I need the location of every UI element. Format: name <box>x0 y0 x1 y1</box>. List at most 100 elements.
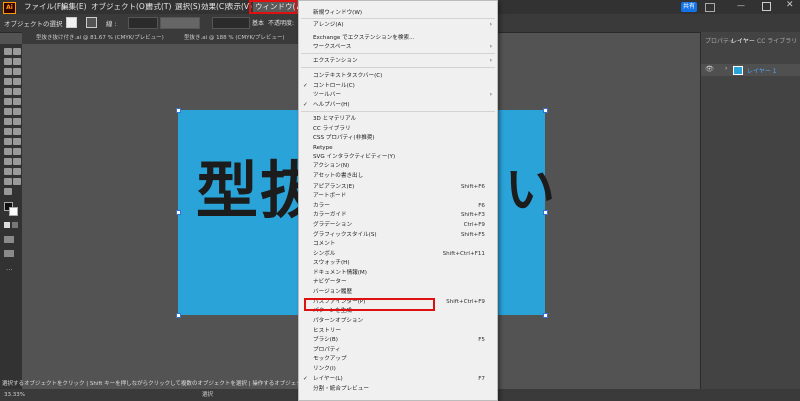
selection-handle[interactable] <box>176 210 181 215</box>
color-mode-icon[interactable] <box>4 222 10 228</box>
window-menu-item[interactable]: コメント <box>299 240 497 248</box>
pen-tool-icon[interactable] <box>4 68 12 75</box>
direct-selection-tool-icon[interactable] <box>13 48 21 55</box>
graph-tool-icon[interactable] <box>4 168 12 175</box>
window-menu-item[interactable]: CSS プロパティ(非推奨) <box>299 134 497 142</box>
tab-cc-libraries[interactable]: CC ライブラリ <box>757 36 797 45</box>
live-paint-tool-icon[interactable] <box>13 128 21 135</box>
window-menu-item[interactable]: SVG インタラクティビティー(Y) <box>299 153 497 161</box>
artboard-tool-icon[interactable] <box>13 168 21 175</box>
fill-swatch[interactable] <box>66 17 77 28</box>
current-tool[interactable]: 選択 <box>202 389 213 401</box>
eyedropper-tool-icon[interactable] <box>13 148 21 155</box>
gradient-tool-icon[interactable] <box>4 148 12 155</box>
document-tab-1[interactable]: 型抜き抜け付き.ai @ 81.67 % (CMYK/プレビュー) <box>36 32 164 44</box>
brush-definition-dropdown[interactable] <box>212 17 250 29</box>
window-menu-item[interactable]: グラデーション Ctrl+F9 <box>299 221 497 229</box>
lasso-tool-icon[interactable] <box>13 58 21 65</box>
minimize-icon[interactable]: — <box>737 1 745 10</box>
window-menu-item[interactable]: ドキュメント情報(M) <box>299 269 497 277</box>
line-tool-icon[interactable] <box>13 78 21 85</box>
window-menu-item[interactable]: ツールバー › <box>299 91 497 99</box>
mesh-tool-icon[interactable] <box>13 138 21 145</box>
shaper-tool-icon[interactable] <box>4 98 12 105</box>
stroke-weight-input[interactable] <box>128 17 158 29</box>
variable-width-dropdown[interactable] <box>160 17 200 29</box>
window-menu-item[interactable]: 分割・統合プレビュー <box>299 385 497 393</box>
selection-tool-icon[interactable] <box>4 48 12 55</box>
gradient-mode-icon[interactable] <box>12 222 18 228</box>
window-menu-item[interactable]: リンク(I) <box>299 365 497 373</box>
menu-effect[interactable]: 効果(C) <box>201 0 227 14</box>
window-menu-item[interactable]: アレンジ(A) › <box>299 21 497 29</box>
window-menu-item[interactable]: グラフィックスタイル(S) Shift+F5 <box>299 231 497 239</box>
menu-select[interactable]: 選択(S) <box>175 0 201 14</box>
draw-mode-icon[interactable] <box>4 236 14 243</box>
free-transform-tool-icon[interactable] <box>13 118 21 125</box>
window-menu-item[interactable]: Retype <box>299 144 497 152</box>
window-menu-item[interactable]: スウォッチ(H) <box>299 259 497 267</box>
maximize-icon[interactable] <box>762 2 771 11</box>
window-menu-item[interactable]: プロパティ <box>299 346 497 354</box>
slice-tool-icon[interactable] <box>4 178 12 185</box>
blend-tool-icon[interactable] <box>4 158 12 165</box>
screen-mode-icon[interactable] <box>4 250 14 257</box>
window-menu-item[interactable]: バージョン履歴 <box>299 288 497 296</box>
rotate-tool-icon[interactable] <box>4 108 12 115</box>
eraser-tool-icon[interactable] <box>13 98 21 105</box>
window-menu-item[interactable]: アクション(N) <box>299 162 497 170</box>
window-menu-item[interactable]: カラー F6 <box>299 202 497 210</box>
window-menu-item[interactable]: パターンオプション <box>299 317 497 325</box>
scale-tool-icon[interactable] <box>13 108 21 115</box>
window-menu-item[interactable]: シンボル Shift+Ctrl+F11 <box>299 250 497 258</box>
paintbrush-tool-icon[interactable] <box>13 88 21 95</box>
layer-row[interactable]: 👁 › レイヤー 1 <box>701 64 800 76</box>
width-tool-icon[interactable] <box>4 118 12 125</box>
artboard-text-tail[interactable]: い <box>505 150 555 222</box>
selection-handle[interactable] <box>176 108 181 113</box>
symbol-sprayer-tool-icon[interactable] <box>13 158 21 165</box>
window-menu-item[interactable]: 新規ウィンドウ(W) <box>299 9 497 17</box>
close-icon[interactable]: ✕ <box>786 0 794 10</box>
window-menu-item[interactable]: ✓ コントロール(C) <box>299 82 497 90</box>
window-menu-item[interactable]: アピアランス(E) Shift+F6 <box>299 183 497 191</box>
arrange-icon[interactable] <box>705 3 715 12</box>
layer-name[interactable]: レイヤー 1 <box>747 66 777 75</box>
document-tab-2[interactable]: 型抜き.ai @ 188 % (CMYK/プレビュー) <box>184 32 294 44</box>
hand-tool-icon[interactable] <box>13 178 21 185</box>
selection-handle[interactable] <box>543 313 548 318</box>
window-menu-item[interactable]: ✓ ヘルプバー(H) <box>299 101 497 109</box>
selection-handle[interactable] <box>543 108 548 113</box>
menu-file[interactable]: ファイル(F) <box>24 0 64 14</box>
window-menu-item[interactable]: CC ライブラリ <box>299 125 497 133</box>
window-menu-item[interactable]: アセットの書き出し <box>299 172 497 180</box>
curvature-tool-icon[interactable] <box>13 68 21 75</box>
window-menu-item[interactable]: コンテキストタスクバー(C) <box>299 72 497 80</box>
window-menu-item[interactable]: Exchange でエクステンションを検索... <box>299 34 497 42</box>
window-menu-item[interactable]: ヒストリー <box>299 327 497 335</box>
eye-icon[interactable]: 👁 <box>705 65 714 73</box>
window-menu-item[interactable]: ナビゲーター <box>299 278 497 286</box>
perspective-grid-tool-icon[interactable] <box>4 138 12 145</box>
rectangle-tool-icon[interactable] <box>4 88 12 95</box>
shape-builder-tool-icon[interactable] <box>4 128 12 135</box>
window-menu-item[interactable]: アートボード <box>299 192 497 200</box>
window-menu-item[interactable]: ✓ レイヤー(L) F7 <box>299 375 497 383</box>
expand-icon[interactable]: › <box>725 65 727 72</box>
share-button[interactable]: 共有 <box>681 2 697 12</box>
menu-edit[interactable]: 編集(E) <box>61 0 87 14</box>
window-menu-item[interactable]: モックアップ <box>299 355 497 363</box>
window-menu-item[interactable]: ブラシ(B) F5 <box>299 336 497 344</box>
menu-object[interactable]: オブジェクト(O) <box>91 0 148 14</box>
window-menu-item[interactable]: カラーガイド Shift+F3 <box>299 211 497 219</box>
type-tool-icon[interactable] <box>4 78 12 85</box>
window-menu-item[interactable]: エクステンション › <box>299 57 497 65</box>
tab-layers[interactable]: レイヤー <box>731 36 755 45</box>
zoom-tool-icon[interactable] <box>4 188 12 195</box>
zoom-level[interactable]: 33.33% <box>4 389 25 401</box>
window-menu-item[interactable]: ワークスペース › <box>299 43 497 51</box>
menu-type[interactable]: 書式(T) <box>146 0 171 14</box>
magic-wand-tool-icon[interactable] <box>4 58 12 65</box>
selection-handle[interactable] <box>176 313 181 318</box>
stroke-color-icon[interactable] <box>9 207 18 216</box>
